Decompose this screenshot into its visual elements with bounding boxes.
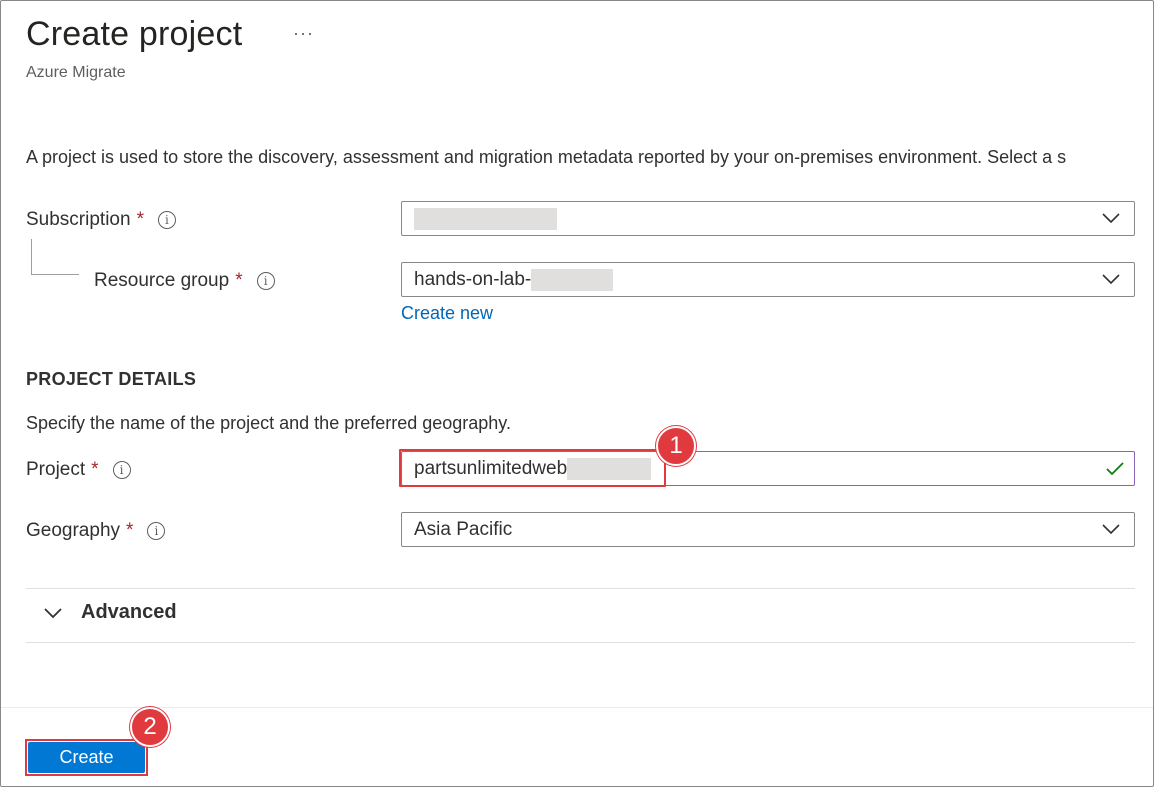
create-new-link[interactable]: Create new bbox=[401, 303, 493, 324]
create-project-panel: Create project ··· Azure Migrate A proje… bbox=[0, 0, 1154, 787]
subscription-label: Subscription bbox=[26, 209, 131, 230]
divider bbox=[26, 588, 1135, 589]
required-marker: * bbox=[136, 209, 144, 230]
section-heading: PROJECT DETAILS bbox=[26, 369, 197, 389]
chevron-down-icon bbox=[1102, 524, 1120, 535]
page-title: Create project bbox=[26, 15, 243, 53]
redacted-value bbox=[567, 457, 652, 480]
project-label-row: Project * bbox=[26, 459, 131, 481]
resource-group-label-row: Resource group * bbox=[94, 270, 275, 292]
step-badge-1: 1 bbox=[656, 426, 696, 466]
tree-connector bbox=[31, 239, 32, 275]
info-icon[interactable] bbox=[157, 211, 176, 229]
redacted-value bbox=[414, 207, 557, 230]
resource-group-dropdown[interactable]: hands-on-lab- bbox=[401, 262, 1135, 297]
resource-group-value: hands-on-lab- bbox=[414, 268, 532, 290]
subscription-dropdown[interactable] bbox=[401, 201, 1135, 236]
advanced-expander[interactable]: Advanced bbox=[43, 601, 177, 624]
chevron-down-icon bbox=[1102, 274, 1120, 285]
description-text: A project is used to store the discovery… bbox=[26, 147, 1067, 167]
project-name-input[interactable]: partsunlimitedweb bbox=[401, 451, 1135, 486]
redacted-value bbox=[531, 268, 614, 291]
geography-value: Asia Pacific bbox=[414, 518, 513, 540]
geography-label: Geography bbox=[26, 520, 121, 541]
more-options-icon[interactable]: ··· bbox=[293, 23, 314, 44]
project-label: Project bbox=[26, 459, 86, 480]
info-icon[interactable] bbox=[147, 522, 166, 540]
info-icon[interactable] bbox=[112, 461, 131, 479]
required-marker: * bbox=[126, 520, 134, 541]
checkmark-icon bbox=[1106, 462, 1124, 476]
tree-connector bbox=[31, 274, 79, 275]
section-hint: Specify the name of the project and the … bbox=[26, 413, 511, 433]
step-badge-2: 2 bbox=[130, 707, 170, 747]
geography-label-row: Geography * bbox=[26, 520, 166, 542]
project-value: partsunlimitedweb bbox=[414, 457, 568, 479]
create-button[interactable]: Create bbox=[28, 742, 145, 773]
chevron-down-icon bbox=[1102, 213, 1120, 224]
footer-divider bbox=[1, 707, 1153, 708]
chevron-down-icon bbox=[44, 607, 62, 618]
page-subtitle: Azure Migrate bbox=[26, 64, 126, 81]
info-icon[interactable] bbox=[256, 272, 275, 290]
required-marker: * bbox=[91, 459, 99, 480]
subscription-label-row: Subscription * bbox=[26, 209, 176, 231]
resource-group-label: Resource group bbox=[94, 270, 230, 291]
advanced-label: Advanced bbox=[81, 601, 177, 623]
geography-dropdown[interactable]: Asia Pacific bbox=[401, 512, 1135, 547]
required-marker: * bbox=[235, 270, 243, 291]
divider bbox=[26, 642, 1135, 643]
